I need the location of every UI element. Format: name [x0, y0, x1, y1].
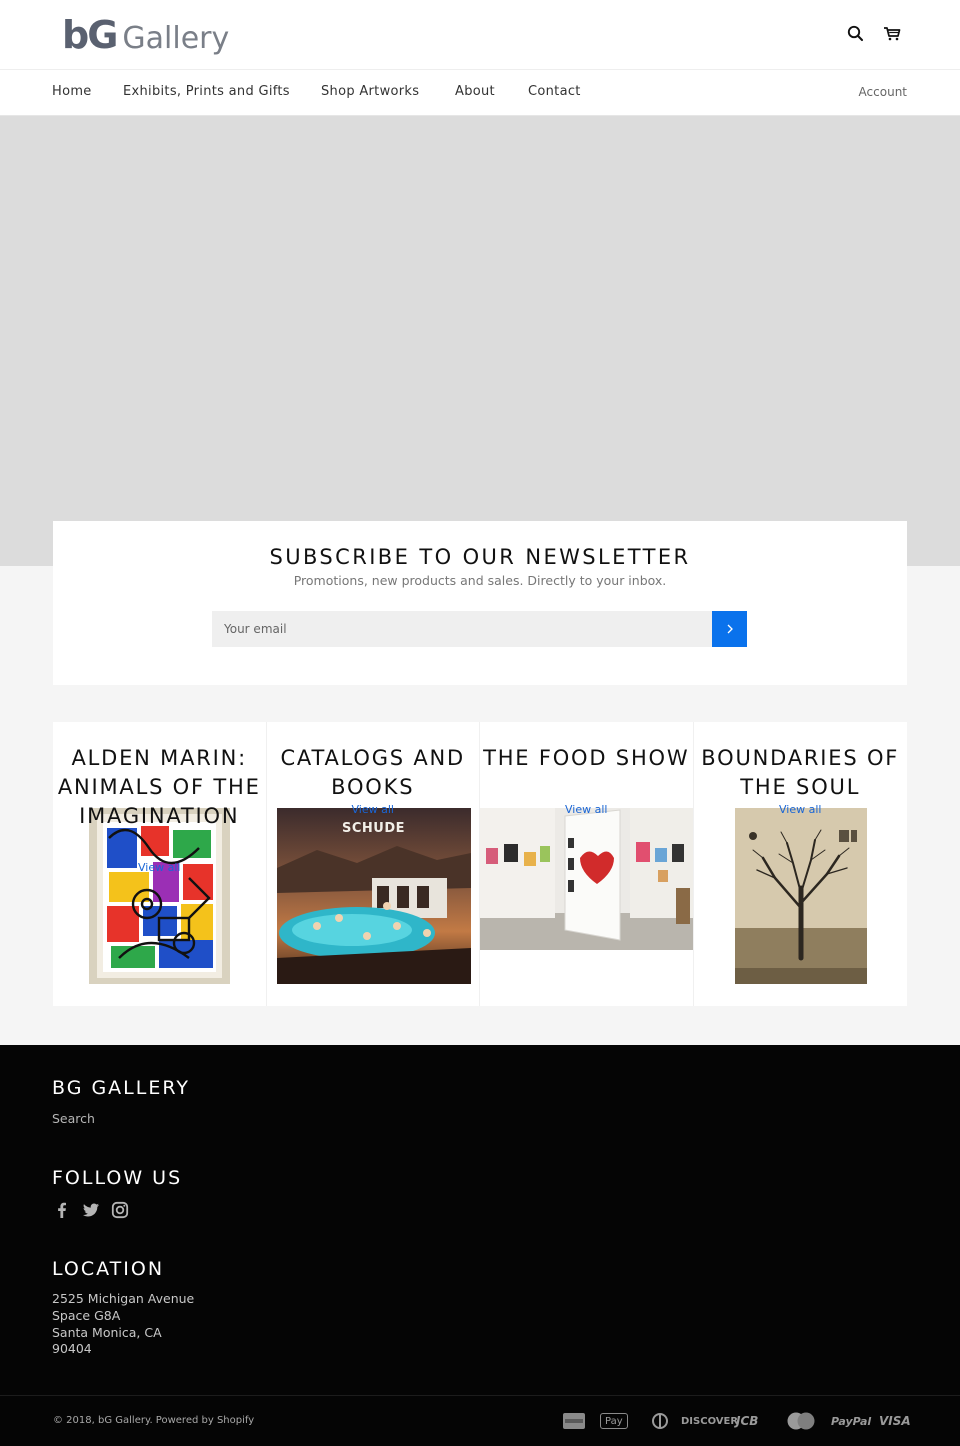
site-logo[interactable]: bG Gallery [62, 14, 229, 56]
cart-icon[interactable] [882, 24, 902, 44]
address-line: 90404 [52, 1341, 92, 1356]
copyright-text: © 2018, bG Gallery. Powered by Shopify [53, 1415, 255, 1426]
footer-divider [0, 1395, 960, 1396]
address-line: 2525 Michigan Avenue [52, 1291, 195, 1306]
collection-title: THE FOOD SHOW [483, 746, 690, 770]
facebook-icon[interactable] [53, 1201, 73, 1221]
view-all-link[interactable]: View all [480, 803, 693, 816]
logo-mark: bG [62, 13, 118, 57]
nav-item-contact[interactable]: Contact [528, 84, 581, 99]
view-all-link[interactable]: View all [694, 803, 908, 816]
mastercard-icon [786, 1411, 816, 1431]
site-header: bG Gallery [0, 0, 960, 70]
collection-image [734, 808, 867, 984]
chevron-right-icon [727, 624, 733, 634]
footer-follow-heading: FOLLOW US [52, 1167, 183, 1189]
address-line: Santa Monica, CA [52, 1325, 162, 1340]
visa-icon: VISA [879, 1414, 911, 1428]
search-icon[interactable] [846, 24, 866, 44]
footer-location-heading: LOCATION [52, 1258, 165, 1280]
image-caption-text: SCHUDE [341, 821, 405, 836]
hero-banner [0, 116, 960, 566]
apple-pay-label: Pay [605, 1415, 623, 1427]
collection-title: BOUNDARIES OF THE SOUL [701, 746, 900, 799]
subscribe-button[interactable] [712, 611, 747, 647]
nav-item-shop-artworks[interactable]: Shop Artworks [321, 84, 419, 99]
nav-item-about[interactable]: About [455, 84, 495, 99]
apple-pay-icon: Pay [600, 1413, 628, 1429]
newsletter-subtitle: Promotions, new products and sales. Dire… [293, 573, 667, 588]
collection-title: CATALOGS AND BOOKS [280, 746, 466, 799]
newsletter-section: SUBSCRIBE TO OUR NEWSLETTER Promotions, … [53, 521, 907, 685]
collection-card-alden-marin[interactable]: ALDEN MARIN: ANIMALS OF THE IMAGINATION … [53, 722, 267, 1006]
collection-card-food-show[interactable]: THE FOOD SHOW View all [480, 722, 694, 1006]
logo-word: Gallery [122, 21, 230, 56]
collection-title: ALDEN MARIN: ANIMALS OF THE IMAGINATION [57, 746, 261, 828]
footer-gallery-heading: BG GALLERY [52, 1077, 190, 1099]
collection-card-catalogs-books[interactable]: SCHUDE CATALOGS AND BOOKS View all [266, 722, 480, 1006]
paypal-icon: PayPal [831, 1414, 872, 1428]
nav-item-exhibits[interactable]: Exhibits, Prints and Gifts [123, 84, 290, 99]
view-all-link[interactable]: View all [53, 861, 266, 874]
account-link[interactable]: Account [859, 85, 907, 99]
email-field[interactable] [212, 611, 712, 647]
amex-icon [563, 1411, 585, 1431]
jcb-icon: JCB [736, 1414, 759, 1428]
collection-grid: ALDEN MARIN: ANIMALS OF THE IMAGINATION … [53, 722, 907, 1006]
diners-icon [651, 1411, 669, 1431]
main-nav: Home Exhibits, Prints and Gifts Shop Art… [0, 70, 960, 116]
collection-card-boundaries-soul[interactable]: BOUNDARIES OF THE SOUL View all [693, 722, 908, 1006]
newsletter-title: SUBSCRIBE TO OUR NEWSLETTER [269, 545, 691, 569]
discover-icon: DISCOVER [681, 1415, 739, 1427]
nav-item-home[interactable]: Home [52, 84, 92, 99]
footer-search-link[interactable]: Search [52, 1111, 95, 1126]
address-line: Space G8A [52, 1308, 121, 1323]
twitter-icon[interactable] [82, 1201, 102, 1221]
site-footer: BG GALLERY Search FOLLOW US LOCATION 252… [0, 1045, 960, 1446]
collection-image [89, 808, 230, 984]
instagram-icon[interactable] [111, 1201, 131, 1221]
view-all-link[interactable]: View all [267, 803, 480, 816]
collection-image [480, 808, 693, 950]
